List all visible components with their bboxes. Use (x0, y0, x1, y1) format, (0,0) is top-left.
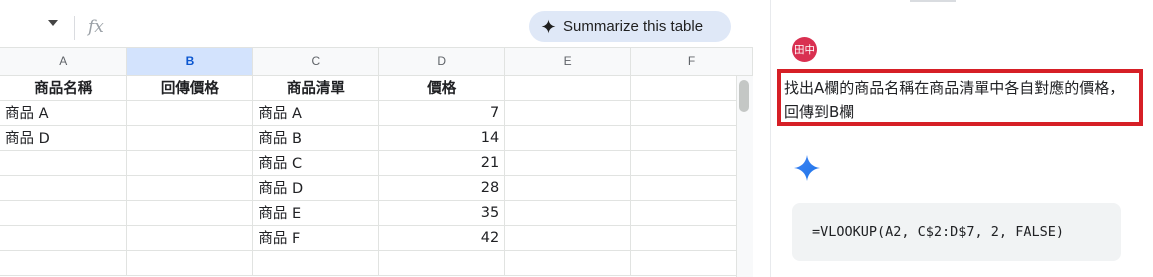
column-header-c[interactable]: C (252, 48, 380, 76)
cell-c7[interactable]: 商品 F (252, 225, 380, 251)
cell-f2[interactable] (630, 100, 753, 126)
cell-e3[interactable] (504, 125, 632, 151)
cell-b7[interactable] (126, 225, 254, 251)
name-box-dropdown-icon[interactable] (48, 20, 58, 26)
cell-c1[interactable]: 商品清單 (252, 75, 380, 101)
cell-b4[interactable] (126, 150, 254, 176)
table-row: 商品 E 35 (0, 200, 753, 226)
cell-b8[interactable] (126, 250, 254, 276)
table-row: 商品 D 28 (0, 175, 753, 201)
cell-b6[interactable] (126, 200, 254, 226)
cell-d2[interactable]: 7 (378, 100, 506, 126)
cell-grid: A B C D E F 商品名稱 回傳價格 商品清單 價格 商品 A 商品 A (0, 48, 753, 276)
top-edge-sliver (910, 0, 956, 2)
formula-bar: fx Summarize this table (0, 0, 753, 48)
cell-e5[interactable] (504, 175, 632, 201)
column-header-a[interactable]: A (0, 48, 128, 76)
cell-a6[interactable] (0, 200, 128, 226)
cell-b1[interactable]: 回傳價格 (126, 75, 254, 101)
table-row: 商品名稱 回傳價格 商品清單 價格 (0, 75, 753, 101)
cell-f1[interactable] (630, 75, 753, 101)
cell-a4[interactable] (0, 150, 128, 176)
fx-icon: fx (88, 17, 104, 37)
cell-e1[interactable] (504, 75, 632, 101)
formula-bar-divider (74, 16, 75, 40)
table-row: 商品 C 21 (0, 150, 753, 176)
cell-b5[interactable] (126, 175, 254, 201)
cell-a5[interactable] (0, 175, 128, 201)
cell-d3[interactable]: 14 (378, 125, 506, 151)
table-row (0, 250, 753, 276)
cell-a1[interactable]: 商品名稱 (0, 75, 128, 101)
table-row: 商品 F 42 (0, 225, 753, 251)
cell-d7[interactable]: 42 (378, 225, 506, 251)
cell-f5[interactable] (630, 175, 753, 201)
column-header-b[interactable]: B (126, 48, 254, 76)
user-prompt-highlight: 找出A欄的商品名稱在商品清單中各自對應的價格，回傳到B欄 (777, 69, 1143, 126)
cell-b2[interactable] (126, 100, 254, 126)
cell-a3[interactable]: 商品 D (0, 125, 128, 151)
cell-f8[interactable] (630, 250, 753, 276)
cell-c2[interactable]: 商品 A (252, 100, 380, 126)
cell-d4[interactable]: 21 (378, 150, 506, 176)
cell-f4[interactable] (630, 150, 753, 176)
cell-c5[interactable]: 商品 D (252, 175, 380, 201)
formula-response-text: =VLOOKUP(A2, C$2:D$7, 2, FALSE) (812, 224, 1064, 240)
cell-f7[interactable] (630, 225, 753, 251)
cell-e2[interactable] (504, 100, 632, 126)
table-row: 商品 A 商品 A 7 (0, 100, 753, 126)
cell-a2[interactable]: 商品 A (0, 100, 128, 126)
cell-c4[interactable]: 商品 C (252, 150, 380, 176)
column-header-e[interactable]: E (504, 48, 632, 76)
sparkle-icon (541, 19, 556, 34)
user-prompt-text: 找出A欄的商品名稱在商品清單中各自對應的價格，回傳到B欄 (784, 79, 1125, 121)
summarize-table-button[interactable]: Summarize this table (529, 11, 731, 42)
summarize-table-label: Summarize this table (563, 18, 704, 35)
formula-response-block[interactable]: =VLOOKUP(A2, C$2:D$7, 2, FALSE) (792, 203, 1121, 261)
column-header-d[interactable]: D (378, 48, 506, 76)
cell-e4[interactable] (504, 150, 632, 176)
cell-d1[interactable]: 價格 (378, 75, 506, 101)
cell-e7[interactable] (504, 225, 632, 251)
cell-e8[interactable] (504, 250, 632, 276)
cell-c6[interactable]: 商品 E (252, 200, 380, 226)
cell-f3[interactable] (630, 125, 753, 151)
cell-d8[interactable] (378, 250, 506, 276)
vertical-scrollbar-thumb[interactable] (739, 80, 749, 112)
user-avatar: 田中 (792, 37, 817, 62)
cell-f6[interactable] (630, 200, 753, 226)
column-header-row: A B C D E F (0, 48, 753, 76)
cell-a7[interactable] (0, 225, 128, 251)
cell-d5[interactable]: 28 (378, 175, 506, 201)
cell-c8[interactable] (252, 250, 380, 276)
cell-a8[interactable] (0, 250, 128, 276)
gemini-sparkle-icon (794, 155, 820, 181)
column-header-f[interactable]: F (630, 48, 753, 76)
cell-d6[interactable]: 35 (378, 200, 506, 226)
spreadsheet: fx Summarize this table A B C D E F 商品名稱… (0, 0, 753, 277)
cell-b3[interactable] (126, 125, 254, 151)
cell-e6[interactable] (504, 200, 632, 226)
cell-c3[interactable]: 商品 B (252, 125, 380, 151)
table-row: 商品 D 商品 B 14 (0, 125, 753, 151)
